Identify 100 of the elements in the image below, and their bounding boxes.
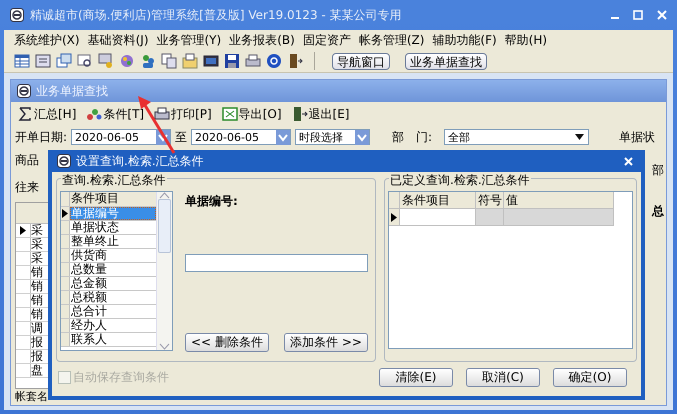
to-label: 至 — [175, 128, 188, 146]
group-box-title: 已定义查询.检索.汇总条件 — [389, 172, 531, 189]
dialog-button[interactable]: 清除(E) — [379, 368, 453, 386]
toolbar-button[interactable] — [224, 53, 240, 69]
delete-condition-button[interactable]: << 删除条件 — [185, 333, 269, 352]
menu-item[interactable]: 帮助(H) — [504, 32, 548, 48]
list-item[interactable]: 整单终止 — [70, 235, 156, 248]
menu-item[interactable]: 业务管理(Y) — [156, 32, 222, 48]
toolbar-button[interactable]: 导航窗口 — [332, 52, 390, 70]
exit-icon — [287, 53, 303, 69]
table-cell: 销 — [31, 294, 43, 307]
table-cell: 调 — [31, 322, 43, 335]
column-header: 总 — [652, 203, 664, 220]
table-cell: 销 — [31, 280, 43, 293]
table-cell: 销 — [31, 266, 43, 279]
dropdown-arrow-icon — [575, 134, 584, 140]
windows-icon — [56, 53, 72, 69]
menu-item[interactable]: 帐务管理(Z) — [358, 32, 424, 48]
toolbar-button[interactable] — [287, 53, 303, 69]
toolbar-button[interactable] — [77, 53, 93, 69]
toolbar-button[interactable]: 导出[O] — [222, 106, 282, 122]
list-item[interactable]: 单据状态 — [70, 221, 156, 234]
menu-item[interactable]: 业务报表(B) — [229, 32, 295, 48]
row-pointer-icon — [391, 212, 397, 222]
dropdown[interactable]: 全部 — [444, 129, 590, 145]
row-pointer-icon — [62, 209, 68, 218]
list-item[interactable]: 总税额 — [70, 291, 156, 304]
toolbar-button[interactable] — [98, 53, 114, 69]
table-cell: 采 — [31, 238, 43, 251]
close-icon — [624, 156, 633, 166]
toolbar-button[interactable] — [203, 53, 219, 69]
printer-icon — [245, 53, 261, 69]
scroll-up-icon — [159, 192, 170, 199]
card-icon — [35, 53, 51, 69]
row-header[interactable] — [61, 207, 70, 220]
status-tab[interactable]: 帐套名 — [11, 389, 48, 405]
column-header: 符号 — [476, 192, 504, 208]
checkbox-label: 自动保存查询条件 — [73, 368, 169, 386]
folder-icon — [182, 53, 198, 69]
toolbar-button[interactable] — [161, 53, 177, 69]
toolbar-button[interactable] — [56, 53, 72, 69]
toolbar-button[interactable]: 汇总[H] — [17, 106, 76, 122]
dropdown[interactable]: 2020-06-05 — [191, 129, 292, 145]
table-cell[interactable] — [476, 209, 504, 225]
list-item[interactable]: 供货商 — [70, 249, 156, 262]
table-cell: 报 — [31, 336, 43, 349]
toolbar-button[interactable]: 打印[P] — [154, 106, 212, 122]
dropdown[interactable]: 2020-06-05 — [71, 129, 172, 145]
toolbar-button[interactable] — [35, 53, 51, 69]
exit-icon — [292, 106, 308, 122]
forms-icon — [161, 53, 177, 69]
table-cell[interactable] — [400, 209, 476, 225]
toolbar-button[interactable] — [182, 53, 198, 69]
window-title: 业务单据查找 — [36, 82, 108, 100]
toolbar-button[interactable]: 业务单据查找 — [405, 52, 487, 70]
scrollbar[interactable] — [156, 192, 172, 350]
add-condition-button[interactable]: 添加条件 >> — [284, 333, 368, 352]
toolbar-button[interactable] — [14, 53, 30, 69]
window-title: 精诚超市(商场.便利店)管理系统[普及版] Ver19.0123 - 某某公司专用 — [30, 6, 402, 24]
list-item[interactable]: 联系人 — [70, 333, 156, 346]
dropdown[interactable]: 时段选择 — [295, 129, 370, 145]
toolbar-button[interactable]: 条件[T] — [86, 106, 144, 122]
app-icon — [17, 84, 31, 98]
list-item[interactable]: 总合计 — [70, 305, 156, 318]
scroll-thumb[interactable] — [158, 199, 171, 253]
list-item[interactable]: 总金额 — [70, 277, 156, 290]
input-field[interactable] — [185, 254, 368, 272]
menu-item[interactable]: 系统维护(X) — [14, 32, 80, 48]
grid-icon — [14, 53, 30, 69]
list-item[interactable]: 经办人 — [70, 319, 156, 332]
close-icon — [657, 10, 667, 20]
toolbar-button[interactable]: 退出[E] — [292, 106, 350, 122]
monitor-icon — [203, 53, 219, 69]
menu-item[interactable]: 固定资产 — [302, 32, 351, 48]
save-icon — [224, 53, 240, 69]
dialog-button[interactable]: 确定(O) — [553, 368, 627, 386]
people-icon — [140, 53, 156, 69]
menu-item[interactable]: 基础资料(J) — [88, 32, 148, 48]
table-cell: 报 — [31, 350, 43, 363]
scroll-down-icon — [159, 343, 170, 350]
row-pointer-icon — [20, 226, 26, 235]
toolbar-button[interactable] — [245, 53, 261, 69]
printer-icon — [154, 106, 170, 122]
column-header: 值 — [504, 192, 614, 208]
palette-icon — [119, 53, 135, 69]
status-value: 部 — [652, 162, 664, 179]
dialog-button[interactable]: 取消(C) — [466, 368, 540, 386]
table-cell[interactable] — [504, 209, 614, 225]
sigma-icon — [17, 106, 33, 122]
table-cell: 销 — [31, 308, 43, 321]
app-icon — [10, 8, 24, 22]
list-item[interactable]: 总数量 — [70, 263, 156, 276]
dialog-title: 设置查询.检索.汇总条件 — [76, 152, 204, 170]
table-cell: 盘 — [31, 364, 43, 377]
menu-item[interactable]: 辅助功能(F) — [432, 32, 497, 48]
department-label: 部 门: — [392, 128, 432, 146]
group-box-title: 单据状 — [619, 128, 656, 146]
field-label: 往来 — [15, 179, 40, 196]
field-label: 商品 — [15, 152, 40, 169]
field-label: 单据编号: — [185, 193, 239, 210]
